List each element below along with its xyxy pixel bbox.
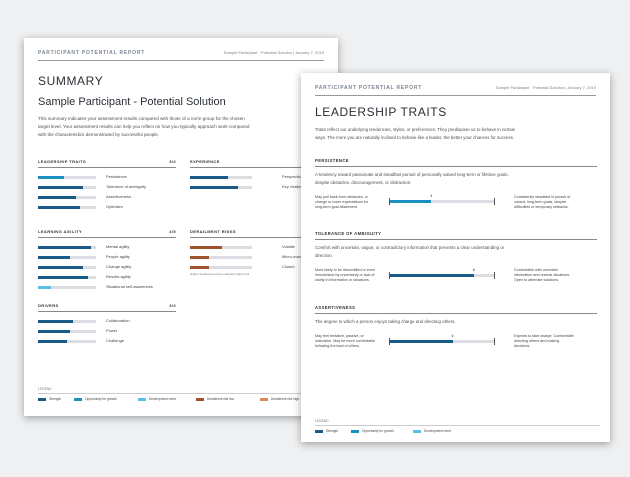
row-power: Power xyxy=(38,328,176,334)
row-persistence: Persistence xyxy=(38,174,176,180)
bar-fill xyxy=(38,330,70,333)
bar-fill xyxy=(38,266,84,269)
bar-fill xyxy=(38,276,88,279)
legend-item: Strength xyxy=(38,397,61,401)
trait-tolerance-high: Comfortable with uncertain information an… xyxy=(514,268,571,282)
bar-fill xyxy=(38,256,70,259)
trait-assertiveness-title: ASSERTIVENESS xyxy=(315,305,597,314)
trait-assertiveness-desc: The degree to which a person enjoys taki… xyxy=(315,319,456,324)
bar-fill xyxy=(190,256,209,259)
section-learning-agility: LEARNING AGILITY 4/5 xyxy=(38,229,176,238)
trait-persistence-high: Consistently steadfast in pursuit of valu… xyxy=(514,195,571,209)
leadership-traits-page: PARTICIPANT POTENTIAL REPORT Sample Part… xyxy=(301,73,610,442)
legend-swatch xyxy=(196,397,204,401)
report-meta: Sample Participant · Potential Solution … xyxy=(495,85,596,90)
legend-item: Development need xyxy=(138,397,176,401)
trait-tolerance-desc: Comfort with uncertain, vague, or contra… xyxy=(315,245,505,258)
legend-item: Opportunity for growth xyxy=(351,429,394,433)
bar-fill xyxy=(38,246,92,249)
page-title: SUMMARY xyxy=(38,74,104,88)
section-leadership-traits: LEADERSHIP TRAITS 3/4 xyxy=(38,159,176,168)
bar-fill xyxy=(190,246,223,249)
scale-tick xyxy=(389,338,390,345)
derailment-note: Higher derailment scores indicate higher… xyxy=(190,272,250,276)
scale-fill xyxy=(389,200,432,203)
page-header: PARTICIPANT POTENTIAL REPORT Sample Part… xyxy=(38,50,324,61)
bar-fill xyxy=(190,186,239,189)
bar-fill xyxy=(38,320,73,323)
legend: Strength Opportunity for growth Developm… xyxy=(315,425,600,433)
bar-fill xyxy=(38,206,80,209)
row-challenge: Challenge xyxy=(38,338,176,344)
legend-swatch xyxy=(315,429,323,433)
legend-item: Opportunity for growth xyxy=(74,397,117,401)
legend-title: LEGEND xyxy=(38,387,52,391)
legend: Strength Opportunity for growth Developm… xyxy=(38,393,328,401)
trait-persistence-desc: A tendency toward passionate and steadfa… xyxy=(315,172,509,185)
legend-swatch xyxy=(351,429,359,433)
row-results-agility: Results agility xyxy=(38,274,176,280)
bar-fill xyxy=(38,186,84,189)
bar-fill xyxy=(190,176,229,179)
legend-item: Development need xyxy=(413,429,451,433)
summary-intro: This summary indicates your assessment r… xyxy=(38,116,250,137)
scale-tick xyxy=(494,198,495,205)
legend-swatch xyxy=(38,397,46,401)
scale-score: 6 xyxy=(451,334,454,338)
scale-tick xyxy=(494,272,495,279)
legend-swatch xyxy=(413,429,421,433)
trait-assertiveness-scale: 6 xyxy=(389,334,495,345)
scale-score: 8 xyxy=(472,268,475,272)
report-title: PARTICIPANT POTENTIAL REPORT xyxy=(38,50,146,56)
trait-persistence-low: May pull back from obstacles, or change o… xyxy=(315,195,369,209)
trait-persistence-scale: 4 xyxy=(389,194,495,205)
report-meta: Sample Participant · Potential Solution … xyxy=(223,50,324,55)
legend-item: Strength xyxy=(315,429,338,433)
bar-fill xyxy=(38,176,65,179)
trait-tolerance-title: TOLERANCE OF AMBIGUITY xyxy=(315,231,597,240)
row-mental-agility: Mental agility xyxy=(38,244,176,250)
page-header: PARTICIPANT POTENTIAL REPORT Sample Part… xyxy=(315,85,596,96)
scale-fill xyxy=(389,274,474,277)
bar-fill xyxy=(38,196,76,199)
trait-persistence-title: PERSISTENCE xyxy=(315,158,597,167)
legend-title: LEGEND xyxy=(315,419,329,423)
legend-swatch xyxy=(74,397,82,401)
participant-name: Sample Participant - Potential Solution xyxy=(38,96,226,108)
row-collaboration: Collaboration xyxy=(38,318,176,324)
page-title: LEADERSHIP TRAITS xyxy=(315,105,447,119)
legend-swatch xyxy=(138,397,146,401)
legend-item: Derailment risk low xyxy=(196,397,234,401)
summary-page: PARTICIPANT POTENTIAL REPORT Sample Part… xyxy=(24,38,338,416)
legend-swatch xyxy=(260,397,268,401)
bar-fill xyxy=(190,266,209,269)
legend-item: Derailment risk high xyxy=(260,397,299,401)
bar-fill xyxy=(38,340,67,343)
traits-intro: Traits reflect our underlying tendencies… xyxy=(315,127,516,140)
report-title: PARTICIPANT POTENTIAL REPORT xyxy=(315,85,423,91)
row-people-agility: People agility xyxy=(38,254,176,260)
row-assertiveness: Assertiveness xyxy=(38,194,176,200)
trait-tolerance-scale: 8 xyxy=(389,268,495,279)
row-tolerance: Tolerance of ambiguity xyxy=(38,184,176,190)
scale-score: 4 xyxy=(430,194,433,198)
section-drivers: DRIVERS 3/3 xyxy=(38,303,176,312)
scale-tick xyxy=(389,272,390,279)
row-self-awareness: Situational self-awareness xyxy=(38,284,176,290)
scale-tick xyxy=(494,338,495,345)
bar-fill xyxy=(38,286,51,289)
trait-assertiveness-high: Expects to take charge. Comfortable direc… xyxy=(514,334,574,348)
row-optimism: Optimism xyxy=(38,204,176,210)
scale-tick xyxy=(389,198,390,205)
scale-fill xyxy=(389,340,453,343)
row-change-agility: Change agility xyxy=(38,264,176,270)
